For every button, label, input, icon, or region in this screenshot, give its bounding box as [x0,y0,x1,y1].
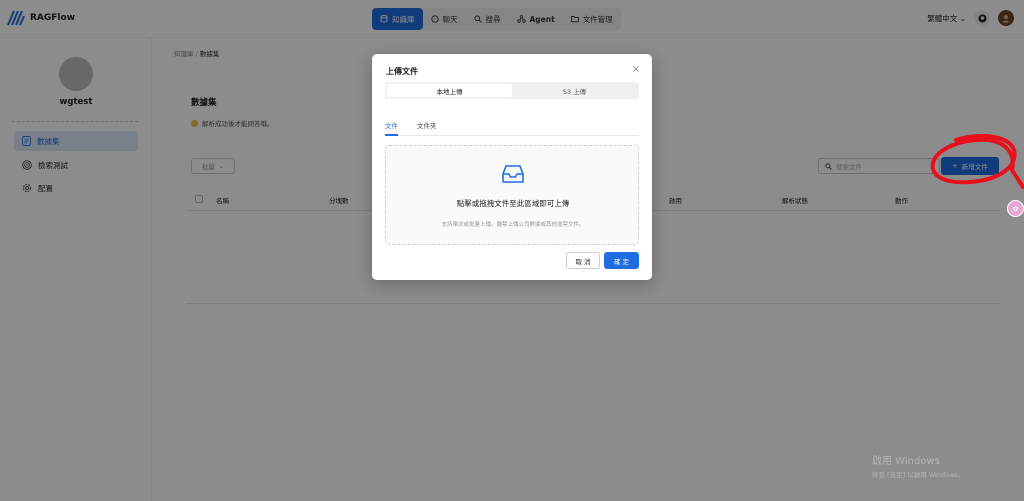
watermark-line2: 移至 [設定] 以啟用 Windows。 [872,471,965,479]
dropzone-text: 點擊或拖拽文件至此區域即可上傳 [456,199,570,208]
confirm-button[interactable]: 確 定 [604,252,639,269]
floating-helper-icon[interactable]: ✿ [1007,200,1024,217]
close-icon[interactable]: × [632,64,640,75]
modal-title: 上傳文件 [386,67,418,76]
tab-folder[interactable]: 文件夾 [417,120,437,136]
red-circle-annotation [930,133,1024,189]
dropzone-hint: 支持單次或批量上傳。嚴禁上傳公司數據或其他違禁文件。 [441,222,585,228]
upload-source-segment: 本地上傳 S3 上傳 [385,82,639,99]
upload-dropzone[interactable]: 點擊或拖拽文件至此區域即可上傳 支持單次或批量上傳。嚴禁上傳公司數據或其他違禁文… [385,145,639,245]
inbox-icon [502,165,524,183]
watermark-line1: 啟用 Windows [872,456,940,467]
segment-local-upload[interactable]: 本地上傳 [387,84,512,97]
segment-s3-upload[interactable]: S3 上傳 [512,84,637,97]
cancel-button[interactable]: 取 消 [566,252,600,269]
upload-modal: 上傳文件 × 本地上傳 S3 上傳 文件 文件夾 點擊或拖拽文件至此區域即可上傳… [372,54,652,280]
upload-tabs: 文件 文件夾 [385,118,639,136]
tab-file[interactable]: 文件 [385,120,398,136]
windows-activation-watermark: 啟用 Windows 移至 [設定] 以啟用 Windows。 [872,452,964,479]
